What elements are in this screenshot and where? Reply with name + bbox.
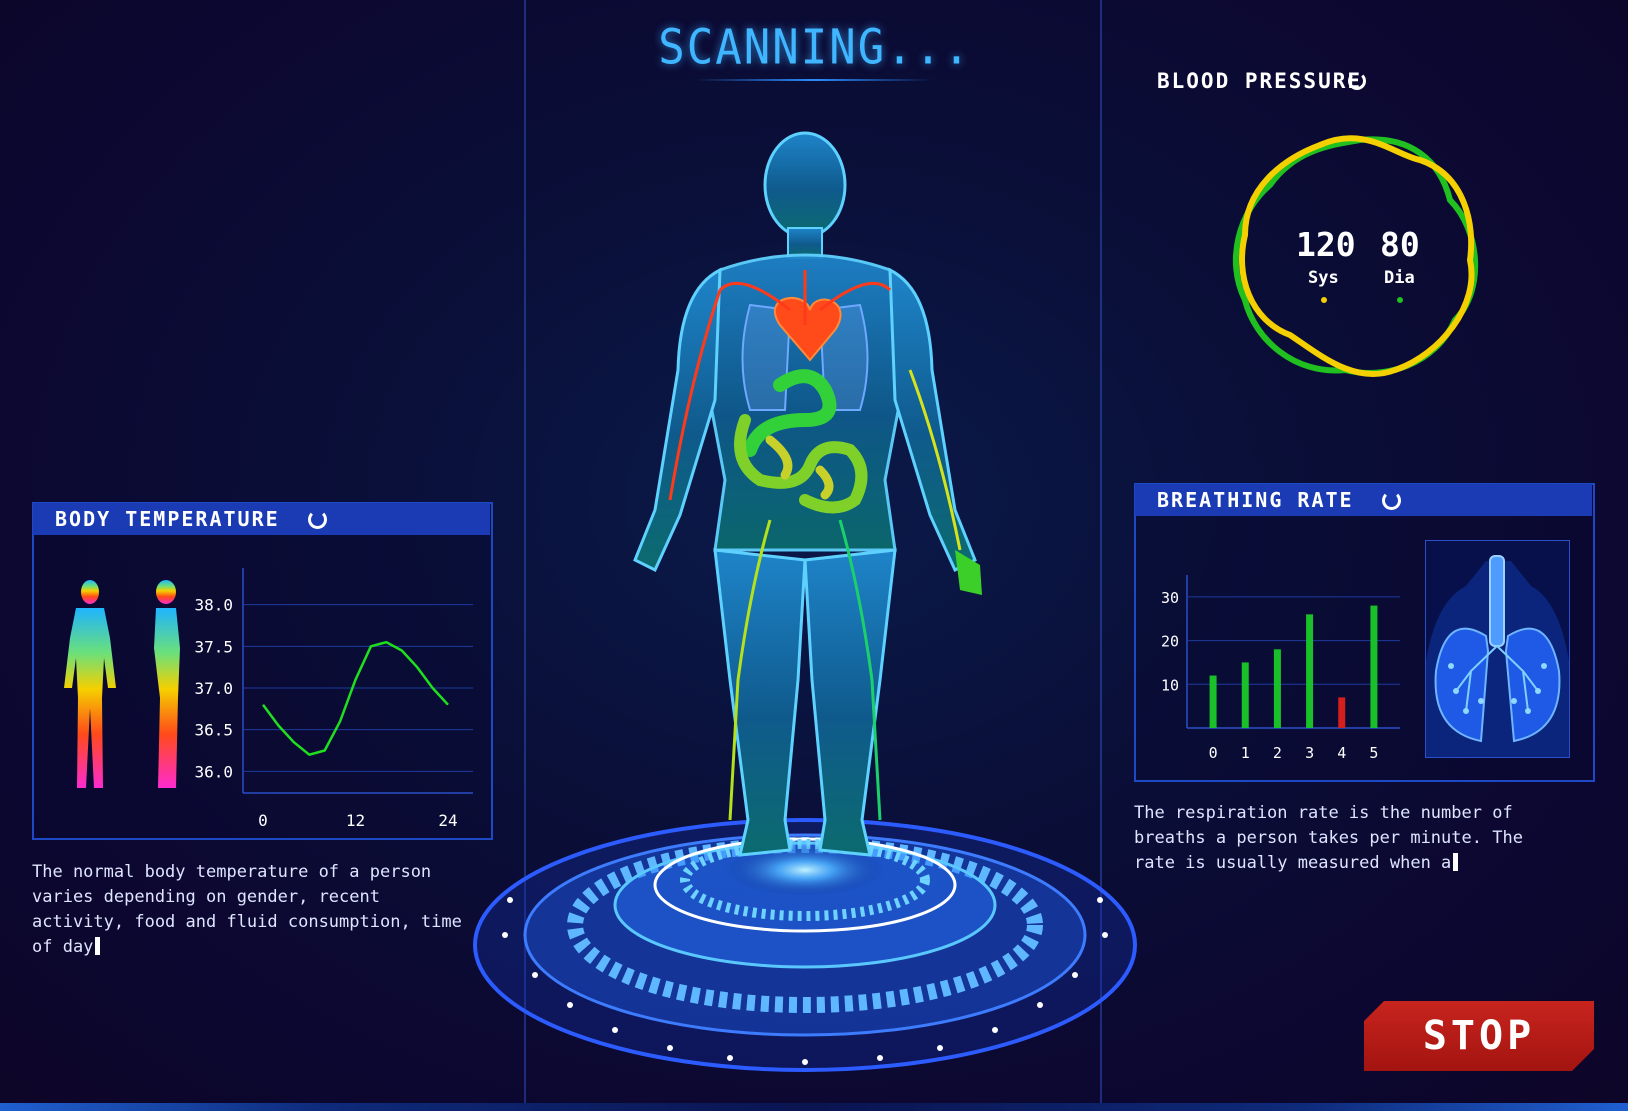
stop-button[interactable]: STOP [1364,1001,1594,1071]
diastolic-dot [1397,297,1403,303]
temperature-line [261,640,449,756]
x-tick-label: 24 [438,811,457,828]
text-cursor [95,937,101,955]
stop-button-label: STOP [1422,1013,1536,1059]
diastolic-value: 80 [1380,225,1420,264]
x-tick-label: 0 [258,811,268,828]
thermal-body-figures-icon [64,580,180,788]
y-tick-label: 37.0 [195,679,233,698]
breathing-rate-text: The respiration rate is the number of br… [1134,803,1523,873]
blood-pressure-rings-icon [1232,135,1479,378]
loading-spinner-icon [1348,72,1366,90]
breathing-rate-header: BREATHING RATE [1135,484,1592,516]
body-temperature-header: BODY TEMPERATURE [33,503,490,535]
lungs-icon [1425,540,1570,758]
breathing-rate-description: The respiration rate is the number of br… [1134,801,1604,876]
y-tick-label: 37.5 [195,637,233,656]
loading-spinner-icon [307,509,327,529]
diastolic-label: Dia [1384,268,1415,288]
text-cursor [1453,853,1459,871]
y-tick-label: 36.0 [195,762,233,781]
body-temperature-description: The normal body temperature of a person … [32,860,502,960]
breathing-bar [1209,675,1217,728]
breathing-rate-title: BREATHING RATE [1157,488,1354,512]
breathing-bar [1370,605,1378,728]
breathing-bar [1241,662,1249,728]
x-tick-label: 12 [346,811,365,828]
systolic-dot [1321,297,1327,303]
x-tick-label: 2 [1273,744,1282,762]
title-underline [695,79,933,81]
x-tick-label: 3 [1305,744,1314,762]
body-temperature-title: BODY TEMPERATURE [55,507,280,531]
loading-spinner-icon [1381,490,1401,510]
blood-pressure-title: BLOOD PRESSURE [1157,69,1363,93]
x-tick-label: 1 [1241,744,1250,762]
y-tick-label: 20 [1161,633,1179,651]
systolic-label: Sys [1308,268,1339,288]
x-tick-label: 0 [1209,744,1218,762]
y-tick-label: 10 [1161,676,1179,694]
y-tick-label: 38.0 [195,596,233,615]
bottom-bar [0,1103,1628,1111]
human-anatomy-body-icon [633,131,982,857]
breathing-bar [1306,614,1314,728]
body-temperature-chart: 38.0 37.5 37.0 36.5 36.0 0 12 24 [195,568,473,828]
x-tick-label: 5 [1369,744,1378,762]
breathing-rate-chart: 10 20 30 0 1 2 3 4 5 [1161,575,1400,762]
systolic-value: 120 [1296,225,1356,264]
breathing-bar [1273,649,1281,728]
y-tick-label: 36.5 [195,721,233,740]
x-tick-label: 4 [1337,744,1346,762]
scan-status-title: SCANNING... [658,19,972,76]
y-tick-label: 30 [1161,589,1179,607]
breathing-bar [1338,697,1346,728]
